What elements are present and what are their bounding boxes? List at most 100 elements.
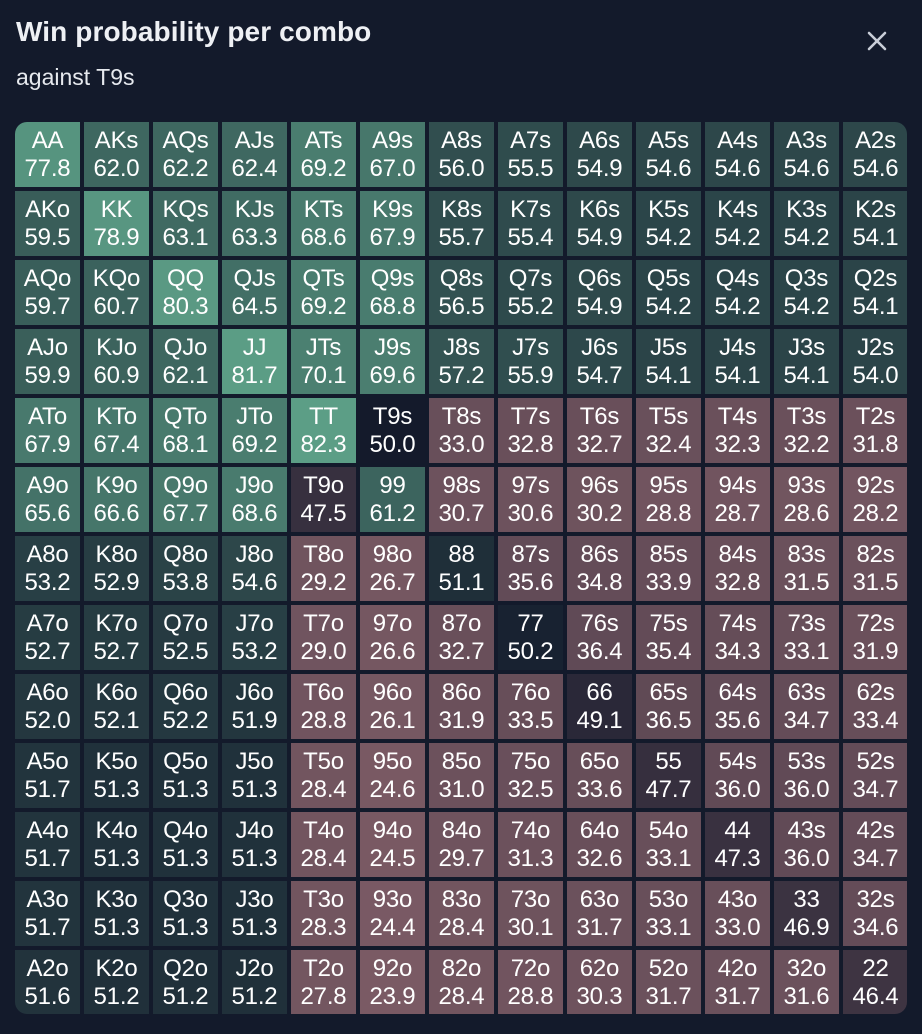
heatmap-cell[interactable]: 95s 28.8 <box>636 467 701 532</box>
heatmap-cell[interactable]: K2o 51.2 <box>84 950 149 1014</box>
heatmap-cell[interactable]: KTs 68.6 <box>291 191 356 256</box>
heatmap-cell[interactable]: A7s 55.5 <box>498 122 563 187</box>
heatmap-cell[interactable]: 33 46.9 <box>774 881 839 946</box>
heatmap-cell[interactable]: A9s 67.0 <box>360 122 425 187</box>
heatmap-cell[interactable]: KTo 67.4 <box>84 398 149 463</box>
heatmap-cell[interactable]: A8s 56.0 <box>429 122 494 187</box>
heatmap-cell[interactable]: 93s 28.6 <box>774 467 839 532</box>
heatmap-cell[interactable]: QTs 69.2 <box>291 260 356 325</box>
heatmap-cell[interactable]: AQo 59.7 <box>15 260 80 325</box>
heatmap-cell[interactable]: Q7o 52.5 <box>153 605 218 670</box>
heatmap-cell[interactable]: 82s 31.5 <box>843 536 907 601</box>
heatmap-cell[interactable]: 92o 23.9 <box>360 950 425 1014</box>
heatmap-cell[interactable]: 87o 32.7 <box>429 605 494 670</box>
heatmap-cell[interactable]: 95o 24.6 <box>360 743 425 808</box>
heatmap-cell[interactable]: 22 46.4 <box>843 950 907 1014</box>
heatmap-cell[interactable]: ATs 69.2 <box>291 122 356 187</box>
heatmap-cell[interactable]: 98o 26.7 <box>360 536 425 601</box>
heatmap-cell[interactable]: 74o 31.3 <box>498 812 563 877</box>
heatmap-cell[interactable]: AJo 59.9 <box>15 329 80 394</box>
heatmap-cell[interactable]: T5s 32.4 <box>636 398 701 463</box>
close-button[interactable] <box>858 22 896 60</box>
heatmap-cell[interactable]: J9s 69.6 <box>360 329 425 394</box>
heatmap-cell[interactable]: 94s 28.7 <box>705 467 770 532</box>
heatmap-cell[interactable]: 64s 35.6 <box>705 674 770 739</box>
heatmap-cell[interactable]: ATo 67.9 <box>15 398 80 463</box>
heatmap-cell[interactable]: 52s 34.7 <box>843 743 907 808</box>
heatmap-cell[interactable]: 77 50.2 <box>498 605 563 670</box>
heatmap-cell[interactable]: J5s 54.1 <box>636 329 701 394</box>
heatmap-cell[interactable]: AA 77.8 <box>15 122 80 187</box>
heatmap-cell[interactable]: 98s 30.7 <box>429 467 494 532</box>
heatmap-cell[interactable]: JTo 69.2 <box>222 398 287 463</box>
heatmap-cell[interactable]: K9s 67.9 <box>360 191 425 256</box>
heatmap-cell[interactable]: AQs 62.2 <box>153 122 218 187</box>
heatmap-cell[interactable]: J7s 55.9 <box>498 329 563 394</box>
heatmap-cell[interactable]: 72s 31.9 <box>843 605 907 670</box>
heatmap-cell[interactable]: 76s 36.4 <box>567 605 632 670</box>
heatmap-cell[interactable]: 86o 31.9 <box>429 674 494 739</box>
heatmap-cell[interactable]: QTo 68.1 <box>153 398 218 463</box>
heatmap-cell[interactable]: T6s 32.7 <box>567 398 632 463</box>
heatmap-cell[interactable]: 88 51.1 <box>429 536 494 601</box>
heatmap-cell[interactable]: 87s 35.6 <box>498 536 563 601</box>
heatmap-cell[interactable]: J3s 54.1 <box>774 329 839 394</box>
heatmap-cell[interactable]: 43o 33.0 <box>705 881 770 946</box>
heatmap-cell[interactable]: T3s 32.2 <box>774 398 839 463</box>
heatmap-cell[interactable]: Q4o 51.3 <box>153 812 218 877</box>
heatmap-cell[interactable]: J6s 54.7 <box>567 329 632 394</box>
heatmap-cell[interactable]: 62o 30.3 <box>567 950 632 1014</box>
heatmap-cell[interactable]: JTs 70.1 <box>291 329 356 394</box>
heatmap-cell[interactable]: Q7s 55.2 <box>498 260 563 325</box>
heatmap-cell[interactable]: A3o 51.7 <box>15 881 80 946</box>
heatmap-cell[interactable]: T9o 47.5 <box>291 467 356 532</box>
heatmap-cell[interactable]: J5o 51.3 <box>222 743 287 808</box>
heatmap-cell[interactable]: Q3s 54.2 <box>774 260 839 325</box>
heatmap-cell[interactable]: 75o 32.5 <box>498 743 563 808</box>
heatmap-cell[interactable]: 32o 31.6 <box>774 950 839 1014</box>
heatmap-cell[interactable]: J2s 54.0 <box>843 329 907 394</box>
heatmap-cell[interactable]: Q3o 51.3 <box>153 881 218 946</box>
heatmap-cell[interactable]: A6s 54.9 <box>567 122 632 187</box>
heatmap-cell[interactable]: A4s 54.6 <box>705 122 770 187</box>
heatmap-cell[interactable]: QJs 64.5 <box>222 260 287 325</box>
heatmap-cell[interactable]: K6o 52.1 <box>84 674 149 739</box>
heatmap-cell[interactable]: Q2s 54.1 <box>843 260 907 325</box>
heatmap-cell[interactable]: KQs 63.1 <box>153 191 218 256</box>
heatmap-cell[interactable]: KQo 60.7 <box>84 260 149 325</box>
heatmap-cell[interactable]: J3o 51.3 <box>222 881 287 946</box>
heatmap-cell[interactable]: 64o 32.6 <box>567 812 632 877</box>
heatmap-cell[interactable]: 74s 34.3 <box>705 605 770 670</box>
heatmap-cell[interactable]: K3s 54.2 <box>774 191 839 256</box>
heatmap-cell[interactable]: Q8o 53.8 <box>153 536 218 601</box>
heatmap-cell[interactable]: AKs 62.0 <box>84 122 149 187</box>
heatmap-cell[interactable]: T4o 28.4 <box>291 812 356 877</box>
heatmap-cell[interactable]: K7o 52.7 <box>84 605 149 670</box>
heatmap-cell[interactable]: 93o 24.4 <box>360 881 425 946</box>
heatmap-cell[interactable]: A9o 65.6 <box>15 467 80 532</box>
heatmap-cell[interactable]: T4s 32.3 <box>705 398 770 463</box>
heatmap-cell[interactable]: 85o 31.0 <box>429 743 494 808</box>
heatmap-cell[interactable]: A3s 54.6 <box>774 122 839 187</box>
heatmap-cell[interactable]: 97o 26.6 <box>360 605 425 670</box>
heatmap-cell[interactable]: T6o 28.8 <box>291 674 356 739</box>
heatmap-cell[interactable]: Q2o 51.2 <box>153 950 218 1014</box>
heatmap-cell[interactable]: J8s 57.2 <box>429 329 494 394</box>
heatmap-cell[interactable]: K7s 55.4 <box>498 191 563 256</box>
heatmap-cell[interactable]: T2o 27.8 <box>291 950 356 1014</box>
heatmap-cell[interactable]: 97s 30.6 <box>498 467 563 532</box>
heatmap-cell[interactable]: 42s 34.7 <box>843 812 907 877</box>
heatmap-cell[interactable]: 85s 33.9 <box>636 536 701 601</box>
heatmap-cell[interactable]: 54s 36.0 <box>705 743 770 808</box>
heatmap-cell[interactable]: 62s 33.4 <box>843 674 907 739</box>
heatmap-cell[interactable]: T7o 29.0 <box>291 605 356 670</box>
heatmap-cell[interactable]: T9s 50.0 <box>360 398 425 463</box>
heatmap-cell[interactable]: TT 82.3 <box>291 398 356 463</box>
heatmap-cell[interactable]: A2o 51.6 <box>15 950 80 1014</box>
heatmap-cell[interactable]: 55 47.7 <box>636 743 701 808</box>
heatmap-cell[interactable]: T5o 28.4 <box>291 743 356 808</box>
heatmap-cell[interactable]: J9o 68.6 <box>222 467 287 532</box>
heatmap-cell[interactable]: QJo 62.1 <box>153 329 218 394</box>
heatmap-cell[interactable]: 84o 29.7 <box>429 812 494 877</box>
heatmap-cell[interactable]: 44 47.3 <box>705 812 770 877</box>
